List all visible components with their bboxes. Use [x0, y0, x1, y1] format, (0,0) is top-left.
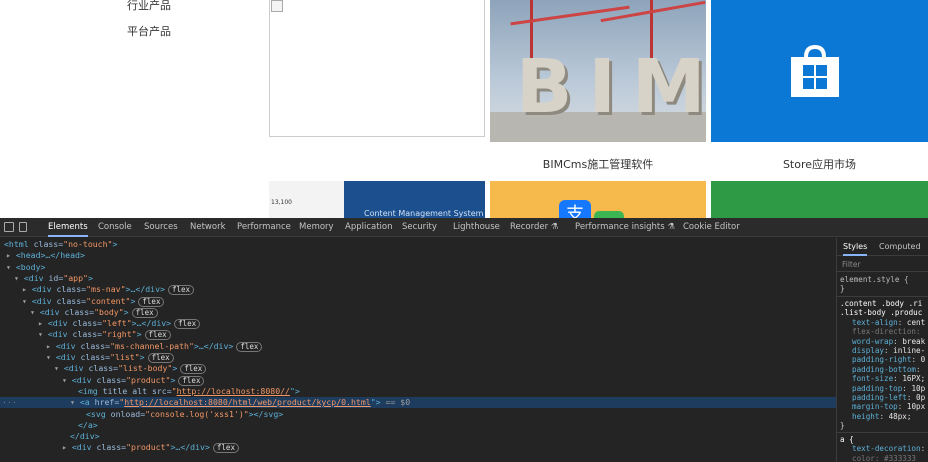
css-selector[interactable]: .list-body .produc — [840, 308, 922, 317]
dom-node-html[interactable]: <html class="no-touch"> — [0, 239, 836, 250]
alipay-icon: 支 — [559, 200, 591, 218]
flex-badge[interactable]: flex — [144, 330, 171, 341]
css-prop[interactable]: margin-top: 10px — [852, 402, 925, 411]
devtools-panel: Elements Console Sources Network Perform… — [0, 218, 928, 462]
dom-node-channel-path[interactable]: ▸ <div class="ms-channel-path">…</div> fl… — [0, 341, 836, 352]
dom-node-list-body[interactable]: ▾ <div class="list-body"> flex — [0, 363, 836, 375]
flex-badge[interactable]: flex — [236, 341, 263, 352]
tab-network[interactable]: Network — [190, 218, 226, 237]
tab-lighthouse[interactable]: Lighthouse — [453, 218, 500, 237]
device-toolbar-icon[interactable] — [19, 222, 27, 232]
flex-badge[interactable]: flex — [212, 443, 239, 454]
tab-application[interactable]: Application — [345, 218, 393, 237]
tab-console[interactable]: Console — [98, 218, 132, 237]
devtools-tabbar: Elements Console Sources Network Perform… — [0, 218, 928, 237]
flex-badge[interactable]: flex — [138, 296, 165, 307]
css-prop[interactable]: padding-top: 10p — [852, 384, 925, 393]
dom-node-content[interactable]: ▾ <div class="content"> flex — [0, 296, 836, 307]
tab-elements[interactable]: Elements — [48, 218, 88, 237]
css-prop-inactive[interactable]: flex-direction: — [852, 327, 921, 336]
dom-node-left[interactable]: ▸ <div class="left">…</div> flex — [0, 318, 836, 330]
css-prop[interactable]: padding-left: 0p — [852, 393, 925, 402]
css-prop[interactable]: padding-right: 0 — [852, 355, 925, 364]
tab-cookie-editor[interactable]: Cookie Editor — [683, 218, 740, 237]
styles-pane: Styles Computed Filter element.style { }… — [836, 238, 928, 462]
tab-performance[interactable]: Performance — [237, 218, 291, 237]
rule-separator — [837, 432, 928, 433]
css-selector-a[interactable]: a { — [840, 435, 854, 444]
dom-node-anchor-close[interactable]: </a> — [0, 420, 836, 431]
tab-security[interactable]: Security — [402, 218, 437, 237]
bim-product-image[interactable]: BIM — [490, 0, 706, 142]
img-src-link[interactable]: http://localhost:8080// — [177, 386, 290, 396]
styles-tabs: Styles Computed — [837, 238, 928, 256]
dom-node-svg[interactable]: <svg onload="console.log('xss1')"></svg> — [0, 409, 836, 420]
product-thumb-green[interactable] — [711, 181, 928, 218]
thumb-cms-title: Content Management System — [364, 209, 484, 218]
dom-node-head[interactable]: ▸ <head>…</head> — [0, 250, 836, 261]
elements-tree: <html class="no-touch"> ▸ <head>…</head>… — [0, 238, 836, 462]
thumb-number: 13,100 — [271, 199, 292, 206]
element-style-rule[interactable]: element.style { — [840, 275, 909, 284]
more-dots[interactable]: ··· — [2, 397, 17, 408]
css-selector[interactable]: .content .body .ri — [840, 299, 922, 308]
broken-product-image[interactable] — [269, 0, 485, 137]
bim-product-caption[interactable]: BIMCms施工管理软件 — [490, 156, 706, 172]
styles-filter-input[interactable]: Filter — [837, 257, 928, 272]
store-product-image[interactable] — [711, 0, 928, 142]
dom-node-right[interactable]: ▾ <div class="right"> flex — [0, 329, 836, 341]
flex-badge[interactable]: flex — [131, 307, 158, 318]
dom-node-body-div[interactable]: ▾ <div class="body"> flex — [0, 307, 836, 318]
dom-node-anchor-selected[interactable]: ··· ▾ <a href="http://localhost:8080/html… — [0, 397, 836, 409]
rule-separator — [837, 296, 928, 297]
anchor-href-link[interactable]: http://localhost:8080/html/web/product/k… — [124, 397, 370, 407]
rule-close-brace: } — [840, 421, 845, 431]
windows-store-icon — [791, 45, 839, 97]
dom-node-body[interactable]: ▾ <body> — [0, 262, 836, 273]
dom-node-div-close[interactable]: </div> — [0, 431, 836, 442]
side-nav-item-platform[interactable]: 平台产品 — [127, 26, 171, 52]
product-thumb-alipay[interactable]: 支 — [490, 181, 706, 218]
store-product-caption[interactable]: Store应用市场 — [711, 156, 928, 172]
css-prop[interactable]: display: inline- — [852, 346, 925, 355]
tab-styles[interactable]: Styles — [843, 238, 868, 256]
side-nav: 行业产品 平台产品 — [127, 0, 171, 52]
flex-badge[interactable]: flex — [180, 364, 207, 375]
tab-recorder[interactable]: Recorder ⚗ — [510, 218, 558, 237]
css-prop-cut[interactable]: color: #333333 — [852, 454, 916, 462]
dom-node-app[interactable]: ▾ <div id="app"> — [0, 273, 836, 284]
css-prop[interactable]: height: 48px; — [852, 412, 911, 421]
dom-node-img[interactable]: <img title alt src="http://localhost:808… — [0, 386, 836, 397]
crane-arm — [600, 0, 706, 23]
side-nav-item-industry[interactable]: 行业产品 — [127, 0, 171, 26]
inspect-element-icon[interactable] — [4, 222, 14, 232]
crane-arm — [510, 5, 630, 26]
flex-badge[interactable]: flex — [178, 375, 205, 386]
bim-letters: BIM — [516, 44, 706, 130]
tab-memory[interactable]: Memory — [299, 218, 334, 237]
rule-close-brace: } — [840, 284, 845, 294]
web-page: 行业产品 平台产品 BIM BIMCms施工管理软件 Store应用市场 13,… — [0, 0, 928, 218]
product-thumb-dashboard[interactable]: 13,100 — [269, 181, 344, 218]
wechat-icon — [594, 211, 624, 218]
broken-image-icon — [271, 0, 283, 12]
tab-computed[interactable]: Computed — [879, 238, 921, 256]
dom-node-ms-nav[interactable]: ▸ <div class="ms-nav">…</div> flex — [0, 284, 836, 296]
flex-badge[interactable]: flex — [174, 319, 201, 330]
css-prop[interactable]: padding-bottom: — [852, 365, 921, 374]
dom-node-list[interactable]: ▾ <div class="list"> flex — [0, 352, 836, 363]
tab-performance-insights[interactable]: Performance insights ⚗ — [575, 218, 675, 237]
flex-badge[interactable]: flex — [147, 353, 174, 363]
dom-node-product-2[interactable]: ▸ <div class="product">…</div> flex — [0, 442, 836, 454]
flex-badge[interactable]: flex — [167, 285, 195, 296]
css-prop[interactable]: word-wrap: break — [852, 337, 925, 346]
css-prop[interactable]: text-align: cent — [852, 318, 925, 327]
css-prop[interactable]: text-decoration: — [852, 444, 925, 453]
dom-node-product[interactable]: ▾ <div class="product"> flex — [0, 375, 836, 386]
css-prop[interactable]: font-size: 16PX; — [852, 374, 925, 383]
tab-sources[interactable]: Sources — [144, 218, 178, 237]
product-thumb-cms[interactable]: Content Management System — [344, 181, 485, 218]
